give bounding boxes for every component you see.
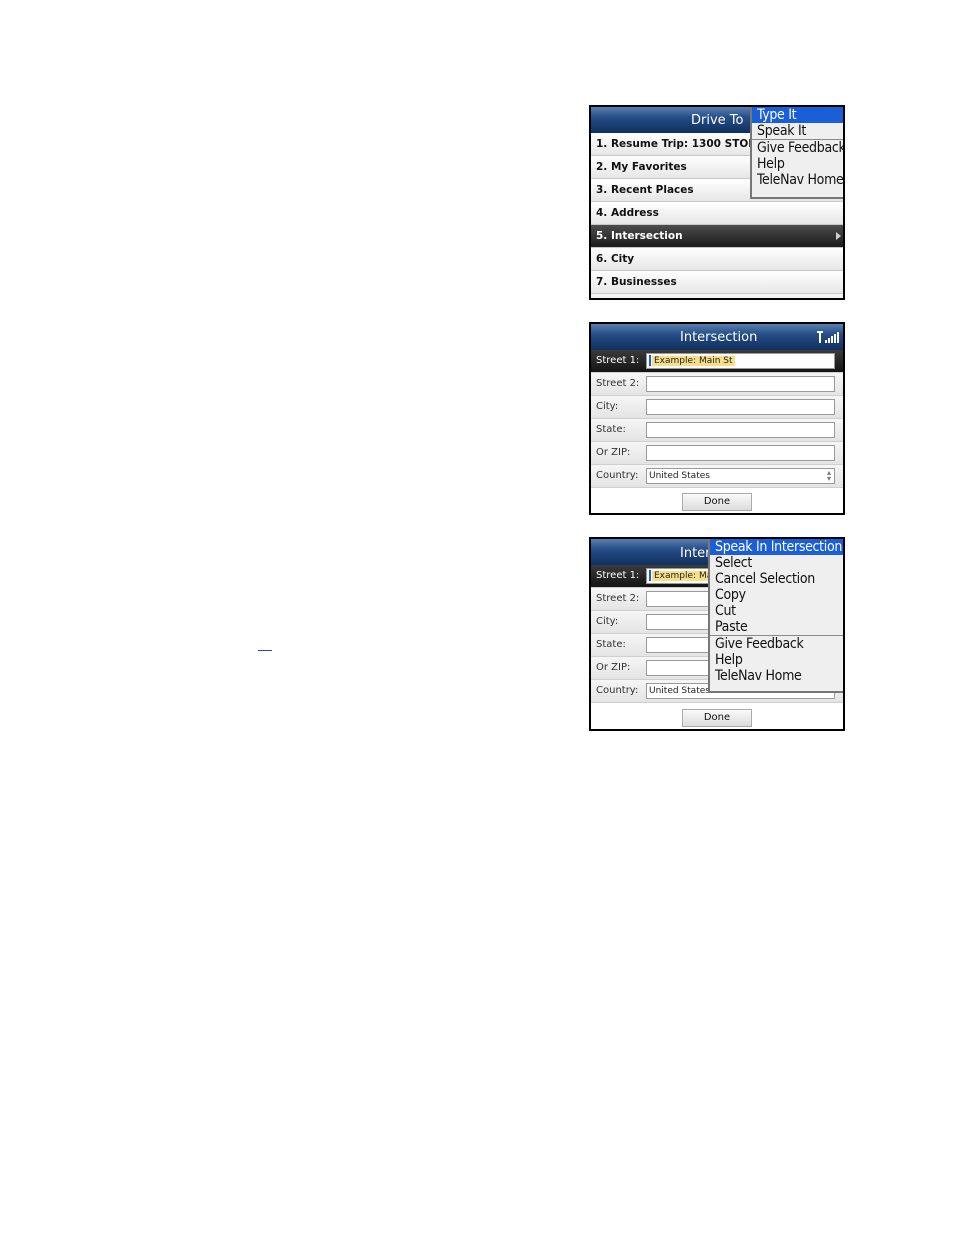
menu-speak-in-intersection[interactable]: Speak In Intersection: [710, 539, 843, 555]
menu-help[interactable]: Help: [752, 156, 843, 172]
context-menu: Speak In Intersection Select Cancel Sele…: [708, 539, 843, 693]
screen-title: Intersection: [680, 330, 758, 345]
zip-label: Or ZIP:: [596, 662, 631, 673]
title-bar: Intersection: [591, 324, 843, 350]
menu-type-it[interactable]: Type It: [752, 107, 843, 123]
street2-row: Street 2:: [591, 373, 843, 396]
street1-placeholder: Example: Main St: [652, 356, 735, 366]
menu-give-feedback[interactable]: Give Feedback: [710, 635, 843, 652]
text-cursor: [649, 355, 651, 366]
country-row: Country: United States ▴ ▾: [591, 465, 843, 488]
country-value: United States: [649, 471, 710, 481]
button-area: Done: [591, 703, 843, 729]
menu-item-intersection[interactable]: 5. Intersection: [591, 225, 843, 248]
street2-label: Street 2:: [596, 593, 640, 604]
zip-label: Or ZIP:: [596, 447, 631, 458]
menu-item-address[interactable]: 4. Address: [591, 202, 843, 225]
state-row: State:: [591, 419, 843, 442]
menu-item-businesses[interactable]: 7. Businesses: [591, 271, 843, 294]
context-menu: Type It Speak It Give Feedback Help Tele…: [750, 107, 843, 199]
chevron-right-icon: [836, 232, 841, 240]
street1-label: Street 1:: [596, 355, 640, 366]
menu-paste[interactable]: Paste: [710, 619, 843, 635]
spinner-arrows-icon: ▴ ▾: [826, 468, 831, 483]
menu-speak-it[interactable]: Speak It: [752, 123, 843, 139]
state-input[interactable]: [646, 422, 835, 438]
link-underline[interactable]: [258, 650, 272, 651]
zip-row: Or ZIP:: [591, 442, 843, 465]
intersection-menu-screenshot: Inter Street 1: Example: Mai Street 2: C…: [589, 537, 845, 731]
screen-title: Drive To: [691, 113, 744, 128]
menu-help[interactable]: Help: [710, 652, 843, 668]
zip-input[interactable]: [646, 445, 835, 461]
country-value: United States: [649, 686, 710, 696]
menu-copy[interactable]: Copy: [710, 587, 843, 603]
text-cursor: [649, 570, 651, 581]
state-label: State:: [596, 424, 626, 435]
menu-give-feedback[interactable]: Give Feedback: [752, 139, 843, 156]
menu-telenav-home[interactable]: TeleNav Home: [710, 668, 843, 684]
done-button[interactable]: Done: [682, 709, 752, 727]
street1-label: Street 1:: [596, 570, 640, 581]
intersection-form-screenshot: Intersection Street 1: Example: Main St …: [589, 322, 845, 515]
city-row: City:: [591, 396, 843, 419]
screen-title: Inter: [680, 546, 711, 561]
street2-label: Street 2:: [596, 378, 640, 389]
state-label: State:: [596, 639, 626, 650]
city-label: City:: [596, 616, 619, 627]
button-area: Done: [591, 488, 843, 513]
signal-strength-icon: [817, 331, 839, 343]
menu-cut[interactable]: Cut: [710, 603, 843, 619]
menu-cancel-selection[interactable]: Cancel Selection: [710, 571, 843, 587]
drive-to-screenshot: Drive To 1. Resume Trip: 1300 STORY 2. M…: [589, 105, 845, 300]
done-button[interactable]: Done: [682, 493, 752, 511]
menu-item-city[interactable]: 6. City: [591, 248, 843, 271]
country-select[interactable]: United States ▴ ▾: [646, 468, 835, 484]
country-label: Country:: [596, 470, 639, 481]
city-label: City:: [596, 401, 619, 412]
country-label: Country:: [596, 685, 639, 696]
menu-telenav-home[interactable]: TeleNav Home: [752, 172, 843, 188]
street2-input[interactable]: [646, 376, 835, 392]
street1-input[interactable]: Example: Main St: [646, 353, 835, 369]
menu-select[interactable]: Select: [710, 555, 843, 571]
city-input[interactable]: [646, 399, 835, 415]
street1-row: Street 1: Example: Main St: [591, 350, 843, 373]
menu-item-label: 5. Intersection: [596, 230, 683, 242]
